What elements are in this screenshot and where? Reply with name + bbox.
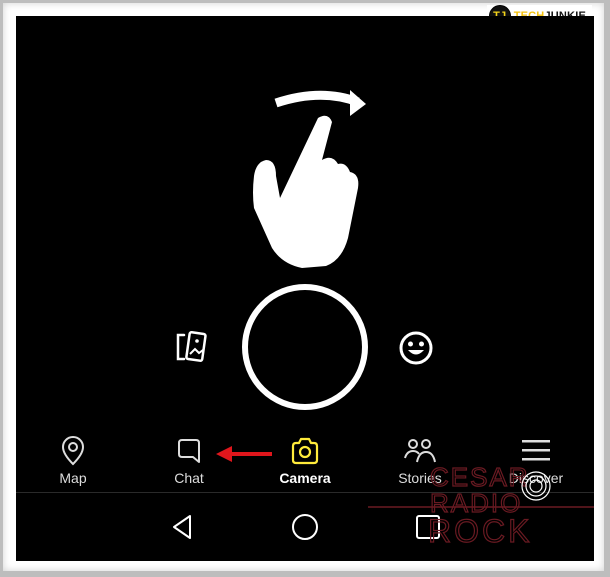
camera-screen: Map Chat Camera Stories Discover CESAR R… bbox=[16, 16, 594, 561]
shutter-button[interactable] bbox=[242, 284, 368, 410]
lenses-smiley-icon[interactable] bbox=[398, 330, 434, 366]
system-home-button[interactable] bbox=[291, 513, 319, 541]
nav-label-stories: Stories bbox=[398, 470, 442, 486]
nav-item-stories[interactable]: Stories bbox=[380, 436, 460, 486]
nav-item-camera[interactable]: Camera bbox=[265, 436, 345, 486]
map-pin-icon bbox=[61, 436, 85, 466]
nav-label-map: Map bbox=[59, 470, 87, 486]
nav-label-camera: Camera bbox=[279, 470, 331, 486]
camera-icon bbox=[291, 437, 319, 465]
swipe-gesture-hand-icon bbox=[253, 90, 366, 268]
watermark-line-3: ROCK bbox=[428, 513, 532, 544]
system-recents-button[interactable] bbox=[415, 513, 441, 541]
stories-people-icon bbox=[404, 439, 436, 463]
chat-bubble-icon bbox=[178, 439, 200, 463]
system-back-button[interactable] bbox=[170, 513, 194, 541]
nav-label-discover: Discover bbox=[508, 470, 564, 486]
nav-item-discover[interactable]: Discover bbox=[496, 436, 576, 486]
nav-divider bbox=[16, 492, 594, 493]
nav-item-map[interactable]: Map bbox=[33, 436, 113, 486]
nav-label-chat: Chat bbox=[174, 470, 204, 486]
memories-icon[interactable] bbox=[174, 331, 210, 363]
annotation-arrow-icon bbox=[216, 446, 272, 462]
discover-menu-icon bbox=[522, 440, 550, 461]
